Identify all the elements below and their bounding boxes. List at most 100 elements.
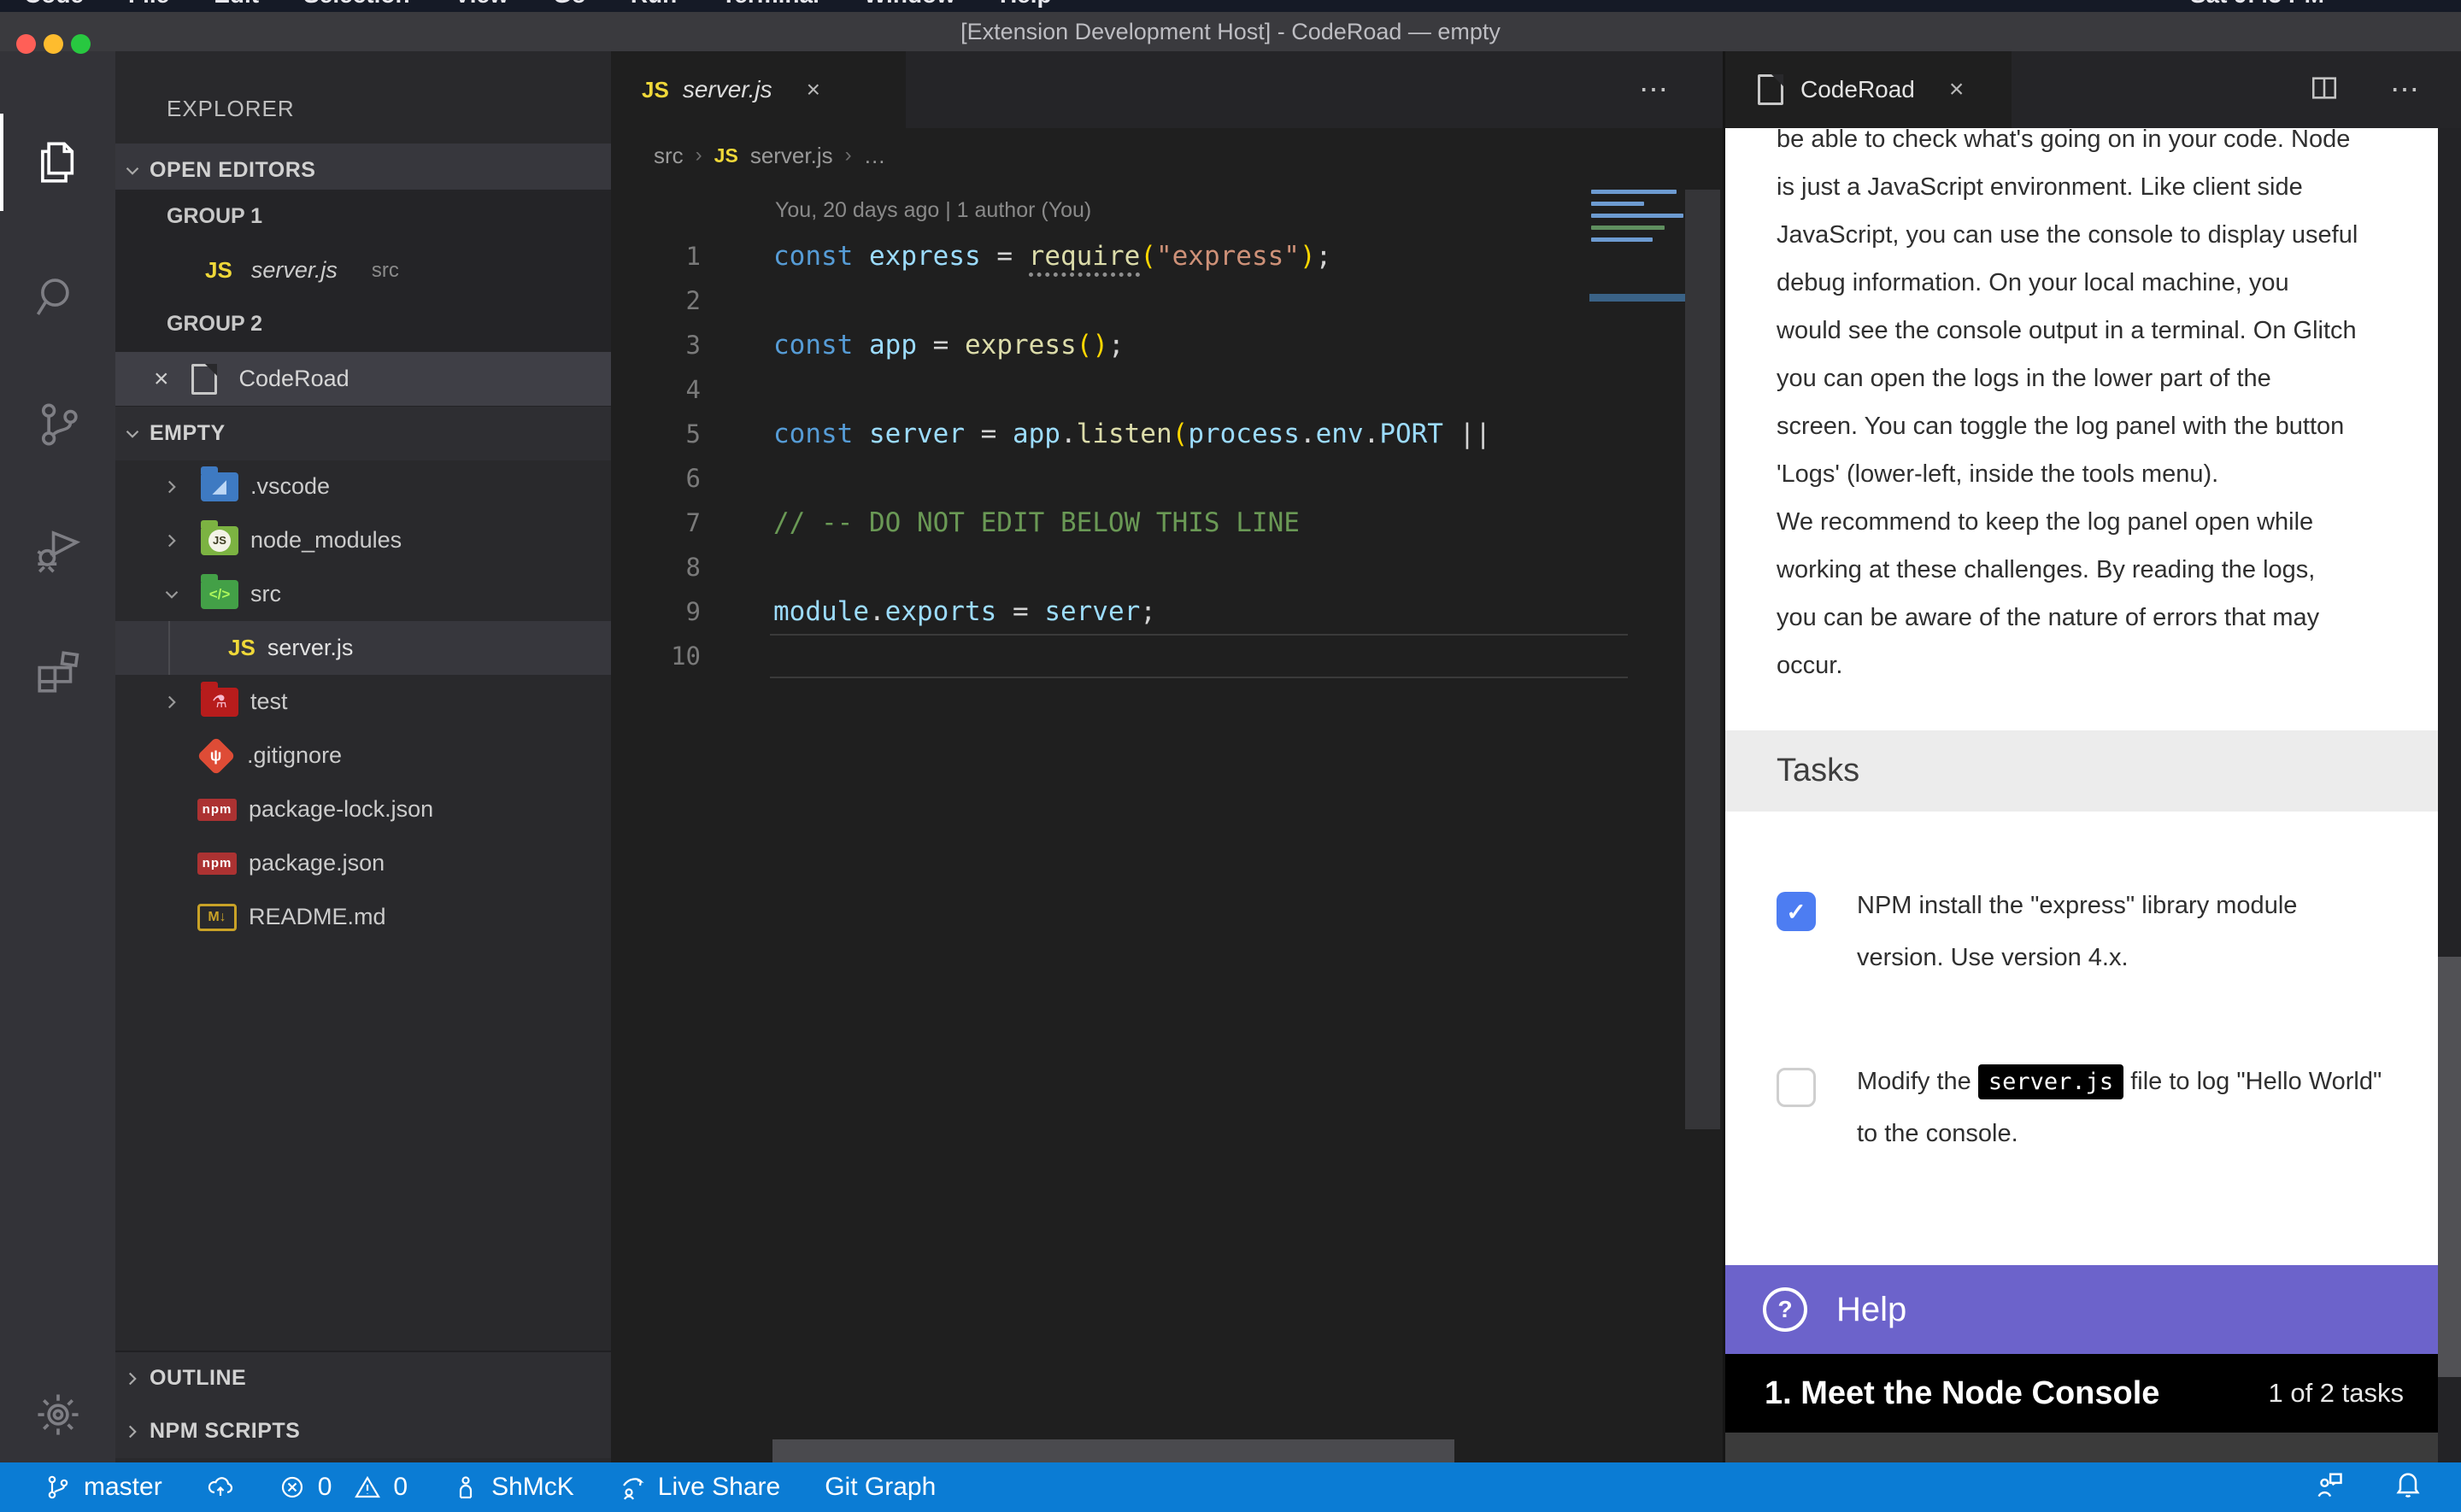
file-icon: [191, 364, 217, 395]
notifications-bell-icon[interactable]: [2393, 1468, 2423, 1506]
breadcrumb[interactable]: src › JS server.js › …: [654, 137, 886, 174]
close-tab-icon[interactable]: ×: [807, 76, 820, 103]
line-number: 3: [611, 331, 701, 360]
tree-item--vscode[interactable]: ◢ .vscode: [115, 460, 611, 513]
explorer-icon[interactable]: [0, 107, 115, 218]
horizontal-scrollbar[interactable]: [772, 1439, 1454, 1462]
code-line-6[interactable]: 6: [611, 456, 1723, 501]
menu-item-view[interactable]: View: [455, 0, 508, 9]
tree-item-server-js[interactable]: JSserver.js: [115, 621, 611, 675]
split-editor-icon[interactable]: [2310, 73, 2339, 107]
cloud-upload-icon: [207, 1474, 234, 1501]
checkbox-unchecked-icon[interactable]: [1777, 1068, 1816, 1107]
markdown-icon: M↓: [197, 904, 237, 931]
menu-item-run[interactable]: Run: [631, 0, 677, 9]
vertical-scrollbar[interactable]: [1685, 190, 1720, 1129]
problems-indicator[interactable]: 0 0: [279, 1473, 408, 1502]
menu-item-code[interactable]: Code: [24, 0, 84, 9]
close-tab-icon[interactable]: ×: [1949, 75, 1965, 104]
tab-coderoad[interactable]: CodeRoad ×: [1725, 51, 2012, 128]
menu-item-terminal[interactable]: Terminal: [721, 0, 819, 9]
npm-scripts-section[interactable]: NPM SCRIPTS: [115, 1404, 611, 1458]
code-line-2[interactable]: 2: [611, 278, 1723, 323]
chevron-right-icon: [155, 691, 189, 713]
tree-item--gitignore[interactable]: ψ.gitignore: [115, 729, 611, 782]
feedback-icon[interactable]: [2314, 1468, 2345, 1506]
line-number: 2: [611, 286, 701, 315]
extensions-icon[interactable]: [0, 617, 115, 728]
chevron-right-icon: ›: [845, 144, 852, 167]
menu-item-selection[interactable]: Selection: [303, 0, 409, 9]
chevron-right-icon: [115, 1421, 150, 1443]
sync-changes-button[interactable]: [207, 1474, 234, 1501]
live-share-icon: [619, 1474, 646, 1501]
code-line-4[interactable]: 4: [611, 367, 1723, 412]
git-branch-indicator[interactable]: master: [44, 1473, 162, 1502]
close-icon[interactable]: ×: [154, 365, 169, 394]
code-line-9[interactable]: 9module.exports = server;: [611, 589, 1723, 634]
activity-bar: [0, 51, 115, 1462]
explorer-sidebar: EXPLORER OPEN EDITORS GROUP 1 JS server.…: [115, 51, 611, 1462]
tree-item-package-lock-json[interactable]: npmpackage-lock.json: [115, 782, 611, 836]
menu-item-help[interactable]: Help: [1000, 0, 1052, 9]
codelens-blame[interactable]: You, 20 days ago | 1 author (You): [775, 198, 1091, 223]
run-debug-icon[interactable]: [0, 493, 115, 604]
line-number: 9: [611, 597, 701, 626]
more-actions-icon[interactable]: ⋯: [2390, 73, 2424, 107]
horizontal-scrollbar-track: [611, 1439, 1723, 1462]
menu-item-edit[interactable]: Edit: [214, 0, 259, 9]
status-bar: master 0 0 ShMcK Live Share Git Graph: [0, 1462, 2461, 1512]
workspace-folder-header[interactable]: EMPTY: [115, 407, 611, 460]
webview-scrollbar[interactable]: [2438, 957, 2461, 1377]
minimap-line: [1591, 237, 1653, 242]
line-number: 8: [611, 553, 701, 582]
open-editor-server-js[interactable]: JS server.js src: [115, 243, 611, 297]
checkbox-checked-icon[interactable]: ✓: [1777, 892, 1816, 931]
search-icon[interactable]: [0, 242, 115, 353]
tree-item-readme-md[interactable]: M↓README.md: [115, 890, 611, 944]
tree-item-node-modules[interactable]: JSnode_modules: [115, 513, 611, 567]
line-number: 7: [611, 508, 701, 537]
chevron-down-icon: [115, 423, 150, 445]
js-file-icon: JS: [228, 635, 255, 661]
help-question-icon: ?: [1763, 1287, 1807, 1332]
code-line-5[interactable]: 5const server = app.listen(process.env.P…: [611, 412, 1723, 456]
outline-section[interactable]: OUTLINE: [115, 1351, 611, 1404]
menu-item-go[interactable]: Go: [553, 0, 586, 9]
code-line-8[interactable]: 8: [611, 545, 1723, 589]
task-1-label: NPM install the "express" library module…: [1857, 880, 2409, 984]
code-line-3[interactable]: 3const app = express();: [611, 323, 1723, 367]
editor-actions-more-icon[interactable]: ⋯: [1639, 51, 1673, 128]
code-line-7[interactable]: 7// -- DO NOT EDIT BELOW THIS LINE: [611, 501, 1723, 545]
vscode-folder-icon: ◢: [201, 472, 238, 501]
minimap[interactable]: [1589, 188, 1687, 308]
code-line-1[interactable]: 1const express = require("express");: [611, 234, 1723, 278]
open-editors-list: GROUP 1 JS server.js src GROUP 2 × CodeR…: [115, 190, 611, 407]
task-item-1: ✓ NPM install the "express" library modu…: [1777, 880, 2409, 984]
menu-item-file[interactable]: File: [128, 0, 169, 9]
menu-item-window[interactable]: Window: [864, 0, 955, 9]
tree-item-label: .vscode: [250, 473, 330, 500]
errors-icon: [279, 1474, 306, 1501]
editor-tab-bar: JS server.js × ⋯: [611, 51, 1723, 128]
tree-item-src[interactable]: </>src: [115, 567, 611, 621]
source-control-icon[interactable]: [0, 369, 115, 480]
tree-item-label: package.json: [249, 850, 385, 876]
account-indicator[interactable]: ShMcK: [452, 1473, 574, 1502]
tree-item-test[interactable]: ⚗test: [115, 675, 611, 729]
tree-item-label: package-lock.json: [249, 796, 433, 823]
npm-icon: npm: [197, 853, 237, 875]
live-share-button[interactable]: Live Share: [619, 1473, 780, 1502]
task-2-label: Modify the server.js file to log "Hello …: [1857, 1056, 2409, 1160]
tab-server-js[interactable]: JS server.js ×: [611, 51, 906, 128]
settings-gear-icon[interactable]: [0, 1359, 115, 1470]
tree-item-package-json[interactable]: npm package.json: [115, 836, 611, 890]
git-graph-button[interactable]: Git Graph: [825, 1473, 936, 1502]
tasks-header: Tasks: [1725, 730, 2438, 812]
coderoad-panel: CodeRoad × ⋯ be able to check what's goi…: [1723, 51, 2461, 1462]
help-bar[interactable]: ? Help: [1725, 1265, 2438, 1354]
open-editor-coderoad[interactable]: × CodeRoad: [115, 352, 611, 406]
code-line-10[interactable]: 10: [611, 634, 1723, 678]
code-area[interactable]: 1const express = require("express"); 2 3co…: [611, 234, 1723, 678]
lesson-progress-bar: 1. Meet the Node Console 1 of 2 tasks: [1725, 1354, 2438, 1433]
